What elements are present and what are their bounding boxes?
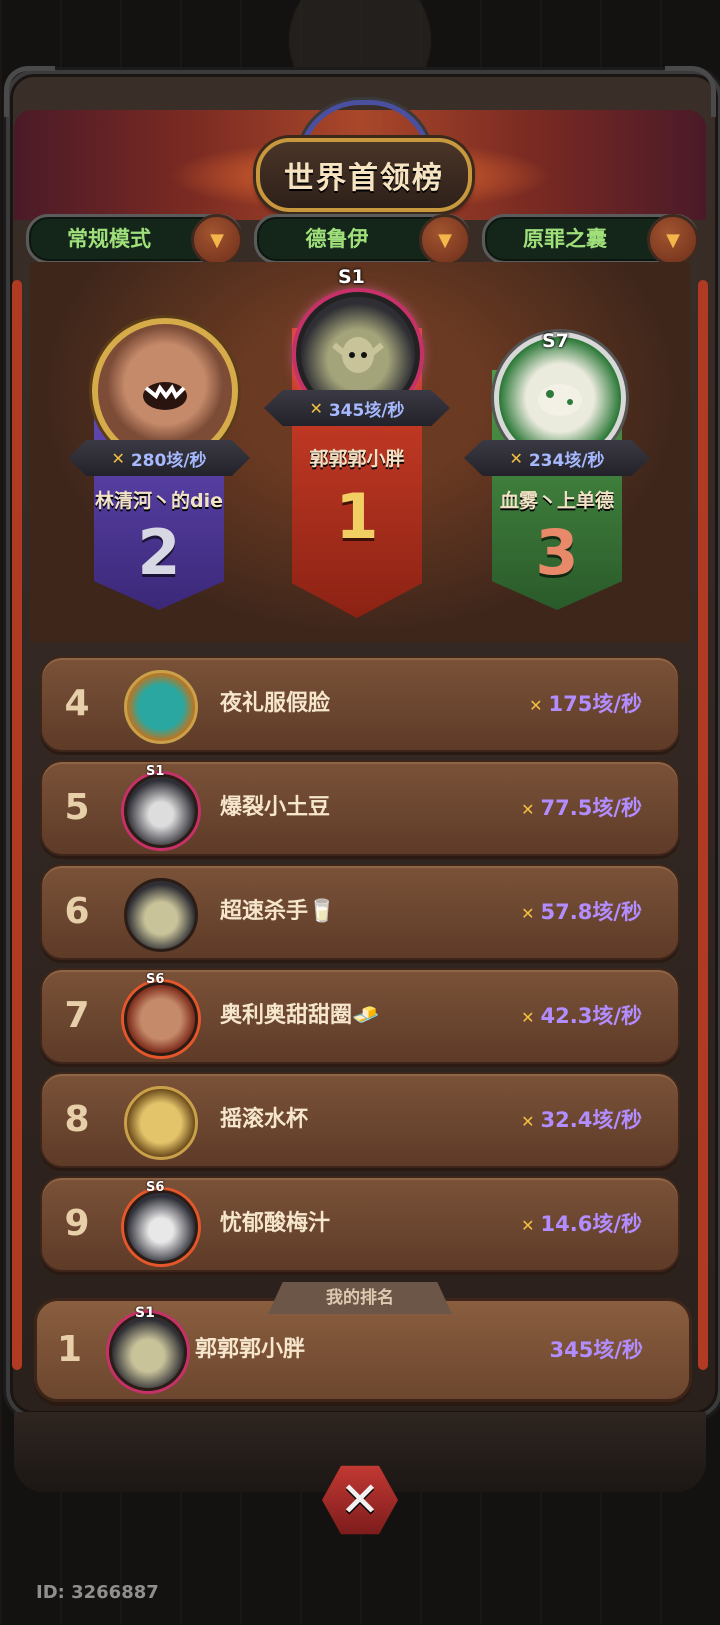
podium-name: 血雾丶上单德 <box>499 490 614 512</box>
avatar <box>124 982 198 1056</box>
season-badge: S6 <box>146 972 165 987</box>
list-item[interactable]: 8 摇滚水杯 ✕ 32.4垓/秒 <box>40 1072 680 1168</box>
avatar <box>124 878 198 952</box>
goblin-face-icon <box>332 337 384 373</box>
side-rail-left <box>12 280 22 1370</box>
chevron-down-icon[interactable]: ▼ <box>191 214 243 266</box>
creature-face-icon <box>143 382 187 410</box>
row-name: 爆裂小土豆 <box>220 795 331 820</box>
row-name: 摇滚水杯 <box>220 1107 309 1132</box>
avatar <box>124 1086 198 1160</box>
crossed-swords-icon: ✕ <box>521 1008 535 1027</box>
row-name: 超速杀手🥛 <box>220 899 336 924</box>
podium-name: 郭郭郭小胖 <box>309 448 405 470</box>
season-badge: S6 <box>146 1180 165 1195</box>
my-rank-number: 1 <box>57 1329 83 1370</box>
crossed-swords-icon: ✕ <box>521 1112 535 1131</box>
tab-class[interactable]: 德鲁伊 ▼ <box>254 214 471 266</box>
tab-dungeon-label: 原罪之囊 <box>523 227 607 251</box>
list-item[interactable]: 7 S6 奥利奥甜甜圈🧈 ✕ 42.3垓/秒 <box>40 968 680 1064</box>
side-rail-right <box>698 280 708 1370</box>
avatar <box>109 1313 187 1391</box>
creature-face-icon <box>538 384 582 416</box>
row-rank: 4 <box>64 683 90 724</box>
list-item[interactable]: 6 超速杀手🥛 ✕ 57.8垓/秒 <box>40 864 680 960</box>
avatar <box>124 670 198 744</box>
crossed-swords-icon: ✕ <box>521 800 535 819</box>
podium-score: 280垓/秒 <box>130 450 207 471</box>
row-score: ✕ 14.6垓/秒 <box>521 1212 642 1236</box>
score-ribbon: ✕ 234垓/秒 <box>464 440 650 476</box>
row-score: ✕ 42.3垓/秒 <box>521 1004 642 1028</box>
list-item[interactable]: 5 S1 爆裂小土豆 ✕ 77.5垓/秒 <box>40 760 680 856</box>
tab-mode[interactable]: 常规模式 ▼ <box>26 214 243 266</box>
podium-rank-number: 1 <box>335 480 379 553</box>
list-item[interactable]: 9 S6 忧郁酸梅汁 ✕ 14.6垓/秒 <box>40 1176 680 1272</box>
season-badge: S1 <box>146 764 165 779</box>
podium-score: 234垓/秒 <box>528 450 605 471</box>
tab-mode-label: 常规模式 <box>67 227 151 251</box>
tab-class-label: 德鲁伊 <box>305 227 369 251</box>
score-ribbon: ✕ 345垓/秒 <box>264 390 450 426</box>
row-rank: 9 <box>64 1203 90 1244</box>
podium-rank-number: 3 <box>535 516 579 589</box>
player-id: ID: 3266887 <box>36 1582 159 1603</box>
crossed-swords-icon: ✕ <box>309 398 323 418</box>
row-name: 忧郁酸梅汁 <box>220 1211 331 1236</box>
season-badge: S7 <box>542 330 569 352</box>
row-score: ✕ 175垓/秒 <box>529 692 642 716</box>
chevron-down-icon[interactable]: ▼ <box>647 214 699 266</box>
podium-name: 林清河丶的die <box>95 490 223 512</box>
season-badge: S1 <box>135 1305 155 1321</box>
filter-tabs: 常规模式 ▼ 德鲁伊 ▼ 原罪之囊 ▼ <box>0 214 720 266</box>
row-name: 夜礼服假脸 <box>220 691 331 716</box>
row-rank: 5 <box>64 787 90 828</box>
close-button[interactable]: ✕ <box>316 1456 404 1544</box>
row-name: 奥利奥甜甜圈🧈 <box>220 1003 380 1028</box>
crossed-swords-icon: ✕ <box>521 1216 535 1235</box>
row-score: ✕ 32.4垓/秒 <box>521 1108 642 1132</box>
row-score: ✕ 57.8垓/秒 <box>521 900 642 924</box>
tab-dungeon[interactable]: 原罪之囊 ▼ <box>482 214 699 266</box>
my-rank-label: 我的排名 <box>268 1282 452 1314</box>
my-rank-score: 345垓/秒 <box>549 1338 643 1362</box>
crossed-swords-icon: ✕ <box>529 696 543 715</box>
avatar <box>124 774 198 848</box>
season-badge: S1 <box>338 266 365 288</box>
chevron-down-icon[interactable]: ▼ <box>419 214 471 266</box>
row-rank: 8 <box>64 1099 90 1140</box>
row-rank: 6 <box>64 891 90 932</box>
list-item[interactable]: 4 夜礼服假脸 ✕ 175垓/秒 <box>40 656 680 752</box>
row-score: ✕ 77.5垓/秒 <box>521 796 642 820</box>
my-rank-name: 郭郭郭小胖 <box>195 1337 306 1362</box>
score-ribbon: ✕ 280垓/秒 <box>68 440 250 476</box>
page-title: 世界首领榜 <box>256 138 472 212</box>
crossed-swords-icon: ✕ <box>521 904 535 923</box>
close-icon: ✕ <box>322 1465 398 1535</box>
podium-score: 345垓/秒 <box>328 400 405 421</box>
avatar <box>124 1190 198 1264</box>
podium-rank-number: 2 <box>137 516 181 589</box>
row-rank: 7 <box>64 995 90 1036</box>
crossed-swords-icon: ✕ <box>509 448 523 468</box>
crossed-swords-icon: ✕ <box>111 448 125 468</box>
